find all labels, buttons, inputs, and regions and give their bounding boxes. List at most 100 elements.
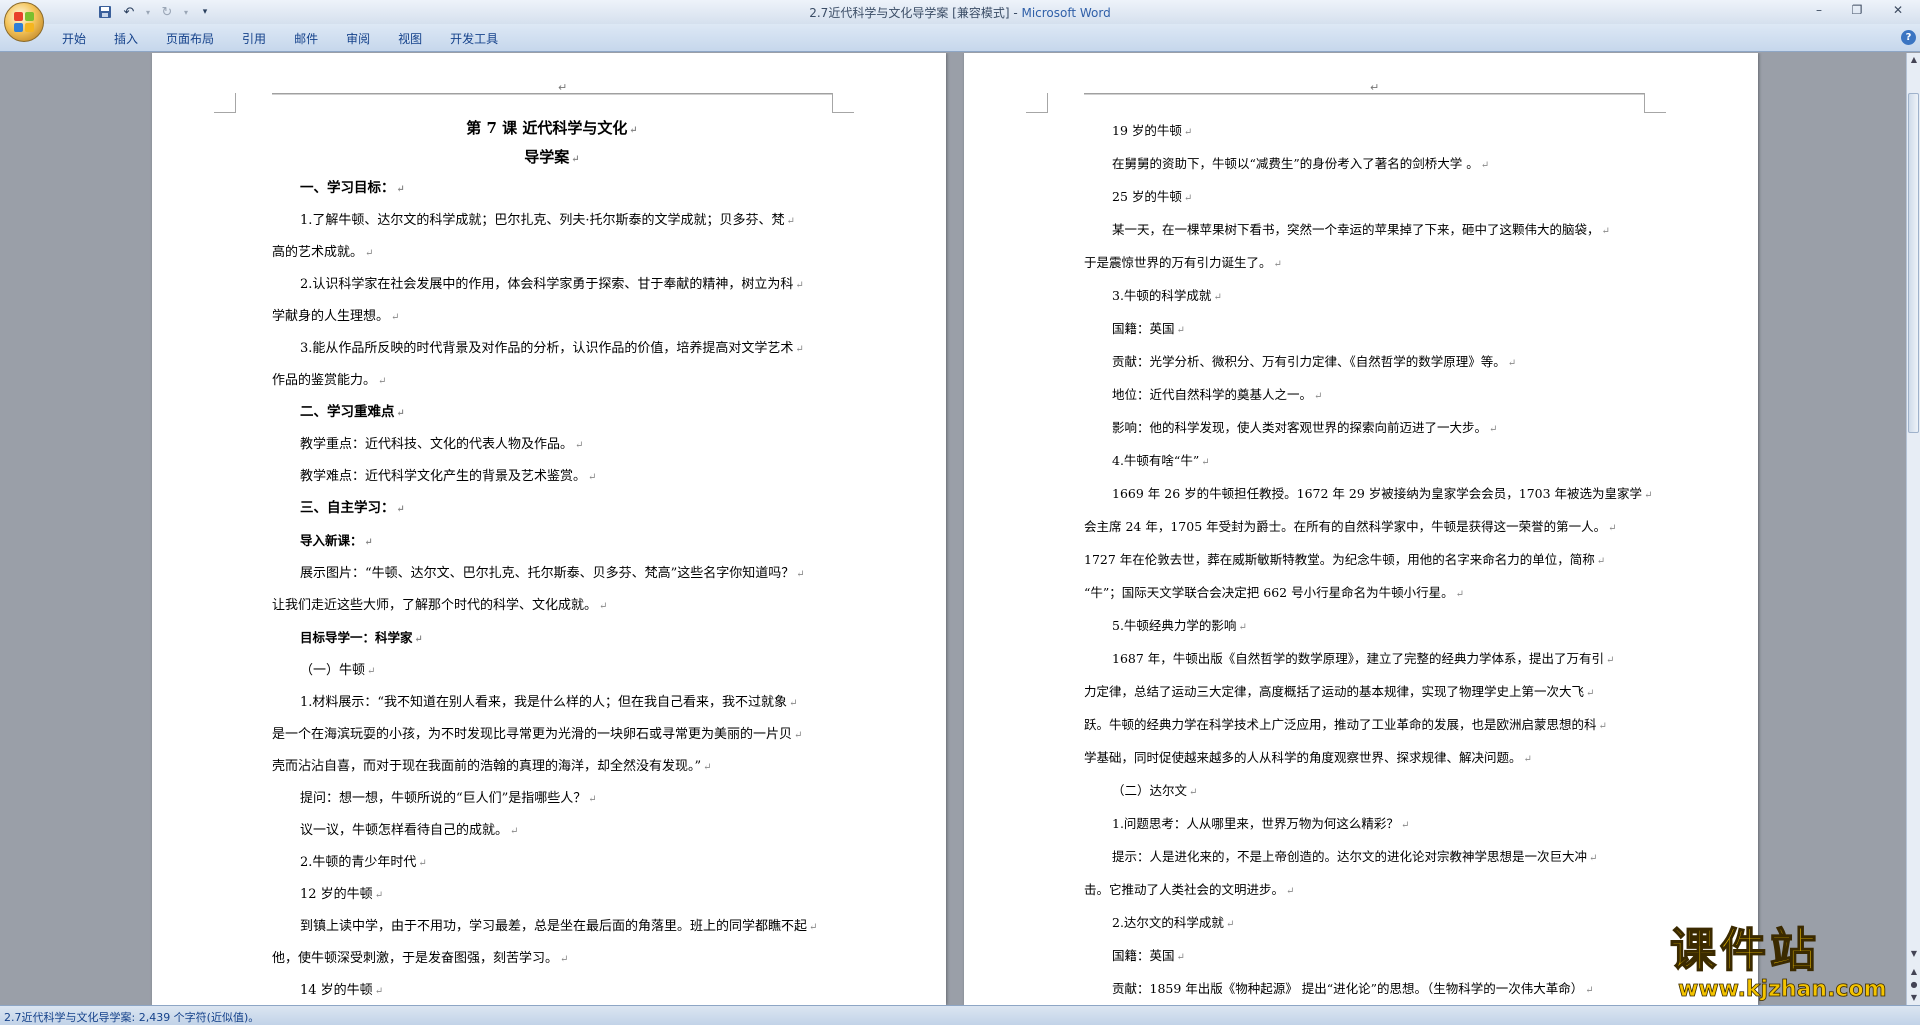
paragraph[interactable]: （一）牛顿 ↵ xyxy=(272,655,832,687)
paragraph[interactable]: 导入新课： ↵ xyxy=(272,525,832,558)
paragraph[interactable]: 跃。牛顿的经典力学在科学技术上广泛应用，推动了工业革命的发展，也是欧洲启蒙思想的… xyxy=(1084,709,1644,742)
vertical-scrollbar[interactable]: ▲ ▼ ▲ ● ▼ xyxy=(1906,53,1920,1005)
paragraph[interactable]: 某一天，在一棵苹果树下看书，突然一个幸运的苹果掉了下来，砸中了这颗伟大的脑袋， ↵ xyxy=(1084,214,1644,247)
paragraph[interactable]: 提示：人是进化来的，不是上帝创造的。达尔文的进化论对宗教神学思想是一次巨大冲 ↵ xyxy=(1084,841,1644,874)
paragraph[interactable]: 12 岁的牛顿 ↵ xyxy=(272,879,832,911)
tab-mailings[interactable]: 邮件 xyxy=(280,29,332,49)
paragraph-text: 1.了解牛顿、达尔文的科学成就；巴尔扎克、列夫·托尔斯泰的文学成就；贝多芬、梵 xyxy=(300,213,785,228)
paragraph[interactable]: 3.牛顿的科学成就 ↵ xyxy=(1084,280,1644,313)
close-button[interactable]: ✕ xyxy=(1876,0,1920,20)
minimize-button[interactable]: – xyxy=(1800,0,1838,20)
left-page-body[interactable]: 第 7 课 近代科学与文化 ↵ 导学案 ↵ 一、学习目标： ↵ 1.了解牛顿、达尔文的科学成… xyxy=(272,115,832,1005)
office-button[interactable] xyxy=(4,2,44,42)
paragraph[interactable]: 国籍：英国 ↵ xyxy=(1084,940,1644,973)
paragraph[interactable]: 壳而沾沾自喜，而对于现在我面前的浩翰的真理的海洋，却全然没有发现。” ↵ xyxy=(272,751,832,783)
paragraph[interactable]: 三、自主学习： ↵ xyxy=(272,493,832,525)
paragraph[interactable]: 导学案 ↵ xyxy=(272,144,832,173)
paragraph[interactable]: 一、学习目标： ↵ xyxy=(272,173,832,205)
paragraph[interactable]: 目标导学一：科学家 ↵ xyxy=(272,622,832,655)
paragraph-text: 议一议，牛顿怎样看待自己的成就。 xyxy=(300,823,509,838)
tab-home[interactable]: 开始 xyxy=(48,29,100,49)
paragraph-text: 2.牛顿的青少年时代 xyxy=(300,855,417,870)
tab-references[interactable]: 引用 xyxy=(228,29,280,49)
paragraph-text: 14 岁的牛顿 xyxy=(300,983,373,998)
right-page-body[interactable]: 19 岁的牛顿 ↵ 在舅舅的资助下，牛顿以“减费生”的身份考入了著名的剑桥大学 。 ↵… xyxy=(1084,115,1652,1005)
paragraph-text: 教学重点：近代科技、文化的代表人物及作品。 xyxy=(300,437,574,452)
scroll-up-icon[interactable]: ▲ xyxy=(1907,53,1920,67)
paragraph[interactable]: 提问：想一想，牛顿所说的“巨人们”是指哪些人？ ↵ xyxy=(272,783,832,815)
paragraph[interactable]: 于是震惊世界的万有引力诞生了。 ↵ xyxy=(1084,247,1644,280)
paragraph[interactable]: 教学重点：近代科技、文化的代表人物及作品。 ↵ xyxy=(272,429,832,461)
paragraph[interactable]: 2.达尔文的科学成就 ↵ xyxy=(1084,907,1644,940)
paragraph[interactable]: 19 岁的牛顿 ↵ xyxy=(1084,115,1644,148)
paragraph[interactable]: 国籍：英国 ↵ xyxy=(1084,313,1644,346)
paragraph[interactable]: 贡献：光学分析、微积分、万有引力定律、《自然哲学的数学原理》等。 ↵ xyxy=(1084,346,1644,379)
paragraph[interactable]: 学基础，同时促使越来越多的人从科学的角度观察世界、探求规律、解决问题。 ↵ xyxy=(1084,742,1644,775)
restore-button[interactable]: ❐ xyxy=(1838,0,1876,20)
crop-mark xyxy=(1026,93,1048,113)
paragraph-mark-icon: ↵ xyxy=(629,125,638,136)
paragraph[interactable]: 是一个在海滨玩耍的小孩，为不时发现比寻常更为光滑的一块卵石或寻常更为美丽的一片贝… xyxy=(272,719,832,751)
paragraph[interactable]: 教学难点：近代科学文化产生的背景及艺术鉴赏。 ↵ xyxy=(272,461,832,493)
paragraph-mark-icon: ↵ xyxy=(364,537,373,548)
paragraph[interactable]: 2.牛顿的青少年时代 ↵ xyxy=(272,847,832,879)
paragraph[interactable]: 1669 年 26 岁的牛顿担任教授。1672 年 29 岁被接纳为皇家学会会员… xyxy=(1084,478,1652,511)
paragraph[interactable]: 学献身的人生理想。 ↵ xyxy=(272,301,832,333)
paragraph-text: 4.牛顿有啥“牛” xyxy=(1112,453,1200,468)
help-icon[interactable]: ? xyxy=(1901,30,1916,45)
tab-review[interactable]: 审阅 xyxy=(332,29,384,49)
paragraph-mark-icon: ↵ xyxy=(1400,820,1410,831)
paragraph[interactable]: 5.牛顿经典力学的影响 ↵ xyxy=(1084,610,1644,643)
paragraph[interactable]: 1687 年，牛顿出版《自然哲学的数学原理》，建立了完整的经典力学体系，提出了万… xyxy=(1084,643,1644,676)
paragraph-mark-icon: ↵ xyxy=(1507,358,1517,369)
paragraph[interactable]: 到镇上读中学，由于不用功，学习最差，总是坐在最后面的角落里。班上的同学都瞧不起 ↵ xyxy=(272,911,832,943)
status-text[interactable]: 2.7近代科学与文化导学案: 2,439 个字符(近似值)。 xyxy=(4,1009,259,1025)
paragraph[interactable]: 1727 年在伦敦去世，葬在威斯敏斯特教堂。为纪念牛顿，用他的名字来命名力的单位… xyxy=(1084,544,1644,577)
paragraph-mark-icon: ↵ xyxy=(789,698,798,709)
paragraph-text: 学基础，同时促使越来越多的人从科学的角度观察世界、探求规律、解决问题。 xyxy=(1084,750,1522,765)
tab-insert[interactable]: 插入 xyxy=(100,29,152,49)
paragraph[interactable]: 二、学习重难点 ↵ xyxy=(272,397,832,429)
paragraph[interactable]: 地位：近代自然科学的奠基人之一。 ↵ xyxy=(1084,379,1644,412)
paragraph-text: 让我们走近这些大师，了解那个时代的科学、文化成就。 xyxy=(272,598,598,613)
paragraph[interactable]: 高的艺术成就。 ↵ xyxy=(272,237,832,269)
paragraph[interactable]: 1.了解牛顿、达尔文的科学成就；巴尔扎克、列夫·托尔斯泰的文学成就；贝多芬、梵 ↵ xyxy=(272,205,832,237)
paragraph-text: 力定律，总结了运动三大定律，高度概括了运动的基本规律，实现了物理学史上第一次大飞 xyxy=(1084,684,1585,699)
paragraph[interactable]: 力定律，总结了运动三大定律，高度概括了运动的基本规律，实现了物理学史上第一次大飞… xyxy=(1084,676,1644,709)
paragraph[interactable]: 1.材料展示：“我不知道在别人看来，我是什么样的人；但在我自己看来，我不过就象 ↵ xyxy=(272,687,832,719)
paragraph-mark-icon: ↵ xyxy=(1225,919,1235,930)
tab-view[interactable]: 视图 xyxy=(384,29,436,49)
paragraph[interactable]: 3.能从作品所反映的时代背景及对作品的分析，认识作品的价值，培养提高对文学艺术 ↵ xyxy=(272,333,832,365)
paragraph[interactable]: 在舅舅的资助下，牛顿以“减费生”的身份考入了著名的剑桥大学 。 ↵ xyxy=(1084,148,1644,181)
paragraph-mark-icon: ↵ xyxy=(558,81,568,94)
paragraph-mark-icon: ↵ xyxy=(588,794,597,805)
paragraph[interactable]: 他，使牛顿深受刺激，于是发奋图强，刻苦学习。 ↵ xyxy=(272,943,832,975)
paragraph[interactable]: 会主席 24 年，1705 年受封为爵士。在所有的自然科学家中，牛顿是获得这一荣… xyxy=(1084,511,1644,544)
scroll-thumb[interactable] xyxy=(1908,93,1919,433)
paragraph-mark-icon: ↵ xyxy=(396,504,405,515)
tab-page-layout[interactable]: 页面布局 xyxy=(152,29,228,49)
paragraph[interactable]: 展示图片：“牛顿、达尔文、巴尔扎克、托尔斯泰、贝多芬、梵高”这些名字你知道吗？ ↵ xyxy=(272,558,832,590)
tab-developer[interactable]: 开发工具 xyxy=(436,29,512,49)
paragraph[interactable]: “牛”；国际天文学联合会决定把 662 号小行星命名为牛顿小行星。 ↵ xyxy=(1084,577,1644,610)
paragraph[interactable]: 14 岁的牛顿 ↵ xyxy=(272,975,832,1005)
page-left: ↵ 第 7 课 近代科学与文化 ↵ 导学案 ↵ 一、学习目标： ↵ 1.了解牛顿、达尔文的科… xyxy=(152,53,946,1005)
paragraph[interactable]: 第 7 课 近代科学与文化 ↵ xyxy=(272,115,832,144)
paragraph[interactable]: 影响：他的科学发现，使人类对客观世界的探索向前迈进了一大步。 ↵ xyxy=(1084,412,1644,445)
paragraph[interactable]: 击。它推动了人类社会的文明进步。 ↵ xyxy=(1084,874,1644,907)
paragraph-mark-icon: ↵ xyxy=(809,922,818,933)
paragraph[interactable]: 1.问题思考：人从哪里来，世界万物为何这么精彩？ ↵ xyxy=(1084,808,1644,841)
paragraph[interactable]: 2.认识科学家在社会发展中的作用，体会科学家勇于探索、甘于奉献的精神，树立为科 ↵ xyxy=(272,269,832,301)
paragraph[interactable]: 贡献：1859 年出版《物种起源》 提出“进化论”的思想。（生物科学的一次伟大革… xyxy=(1084,973,1644,1005)
paragraph[interactable]: 让我们走近这些大师，了解那个时代的科学、文化成就。 ↵ xyxy=(272,590,832,622)
paragraph[interactable]: 议一议，牛顿怎样看待自己的成就。 ↵ xyxy=(272,815,832,847)
paragraph[interactable]: 作品的鉴赏能力。 ↵ xyxy=(272,365,832,397)
paragraph-text: （二）达尔文 xyxy=(1112,783,1188,798)
paragraph[interactable]: （二）达尔文 ↵ xyxy=(1084,775,1644,808)
paragraph[interactable]: 4.牛顿有啥“牛” ↵ xyxy=(1084,445,1644,478)
paragraph-text: “牛”；国际天文学联合会决定把 662 号小行星命名为牛顿小行星。 xyxy=(1084,585,1454,600)
paragraph[interactable]: 25 岁的牛顿 ↵ xyxy=(1084,181,1644,214)
paragraph-text: 国籍：英国 xyxy=(1112,948,1175,963)
paragraph-mark-icon: ↵ xyxy=(510,826,519,837)
paragraph-mark-icon: ↵ xyxy=(414,634,423,645)
